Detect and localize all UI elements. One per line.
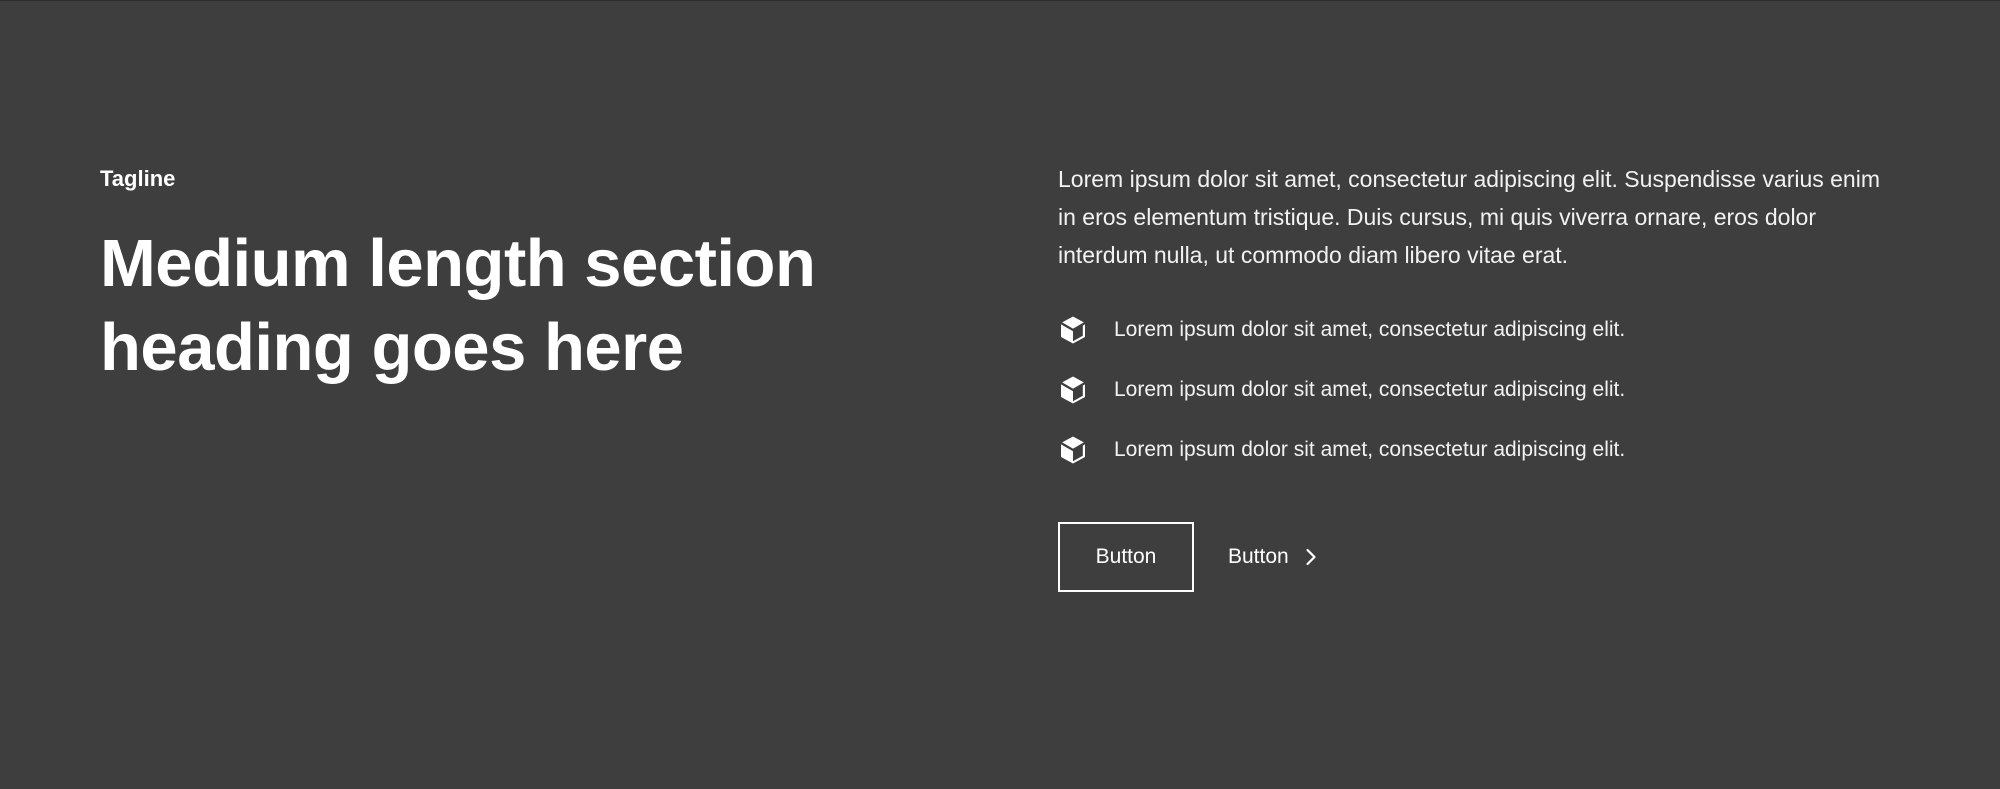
- cube-icon: [1058, 315, 1088, 345]
- tagline: Tagline: [100, 166, 176, 191]
- chevron-right-icon: [1305, 548, 1317, 566]
- body-column: Lorem ipsum dolor sit amet, consectetur …: [1058, 160, 1898, 592]
- content-section: Tagline Medium length section heading go…: [0, 0, 2000, 789]
- feature-item: Lorem ipsum dolor sit amet, consectetur …: [1058, 312, 1898, 348]
- secondary-link-button[interactable]: Button: [1228, 545, 1317, 569]
- feature-text: Lorem ipsum dolor sit amet, consectetur …: [1114, 438, 1626, 461]
- feature-text: Lorem ipsum dolor sit amet, consectetur …: [1114, 378, 1626, 401]
- action-buttons: Button Button: [1058, 522, 1898, 592]
- primary-button[interactable]: Button: [1058, 522, 1194, 592]
- intro-paragraph: Lorem ipsum dolor sit amet, consectetur …: [1058, 166, 1880, 268]
- heading-column: Tagline Medium length section heading go…: [100, 164, 880, 390]
- cube-icon: [1058, 435, 1088, 465]
- feature-item: Lorem ipsum dolor sit amet, consectetur …: [1058, 372, 1898, 408]
- secondary-button-label: Button: [1228, 545, 1289, 568]
- feature-item: Lorem ipsum dolor sit amet, consectetur …: [1058, 432, 1898, 468]
- feature-text: Lorem ipsum dolor sit amet, consectetur …: [1114, 318, 1626, 341]
- section-heading: Medium length section heading goes here: [100, 226, 816, 385]
- feature-list: Lorem ipsum dolor sit amet, consectetur …: [1058, 312, 1898, 468]
- cube-icon: [1058, 375, 1088, 405]
